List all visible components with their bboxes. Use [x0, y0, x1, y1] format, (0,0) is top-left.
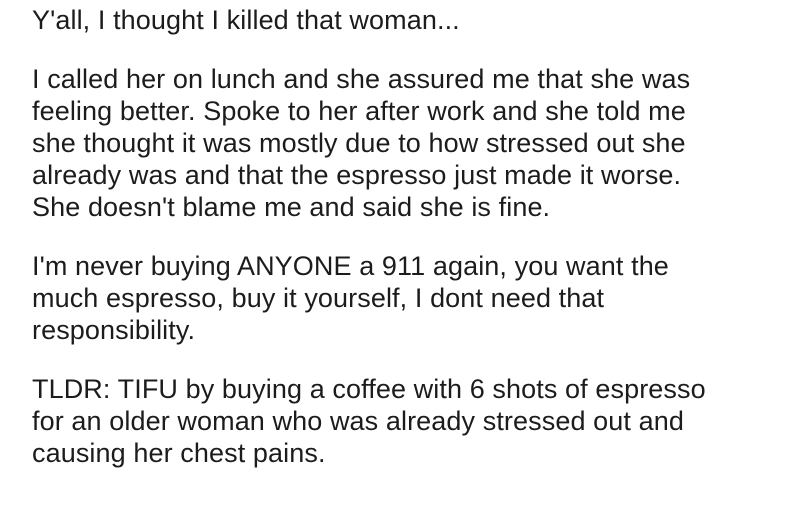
text-line: for an older woman who was already stres… — [32, 406, 684, 436]
paragraph-conclusion: I'm never buying ANYONE a 911 again, you… — [32, 250, 792, 346]
text-line: much espresso, buy it yourself, I dont n… — [32, 283, 605, 313]
text-line: She doesn't blame me and said she is fin… — [32, 192, 551, 222]
text-line: already was and that the espresso just m… — [32, 160, 682, 190]
post-body: Y'all, I thought I killed that woman... … — [32, 4, 792, 469]
text-line: I'm never buying ANYONE a 911 again, you… — [32, 251, 669, 281]
text-line: TLDR: TIFU by buying a coffee with 6 sho… — [32, 374, 706, 404]
paragraph-tldr: TLDR: TIFU by buying a coffee with 6 sho… — [32, 373, 792, 469]
text-line: Y'all, I thought I killed that woman... — [32, 5, 460, 35]
text-line: responsibility. — [32, 315, 196, 345]
text-line: causing her chest pains. — [32, 438, 326, 468]
text-line: she thought it was mostly due to how str… — [32, 128, 686, 158]
paragraph-update: I called her on lunch and she assured me… — [32, 63, 792, 223]
text-line: I called her on lunch and she assured me… — [32, 64, 691, 94]
text-line: feeling better. Spoke to her after work … — [32, 96, 686, 126]
paragraph-intro: Y'all, I thought I killed that woman... — [32, 4, 792, 36]
